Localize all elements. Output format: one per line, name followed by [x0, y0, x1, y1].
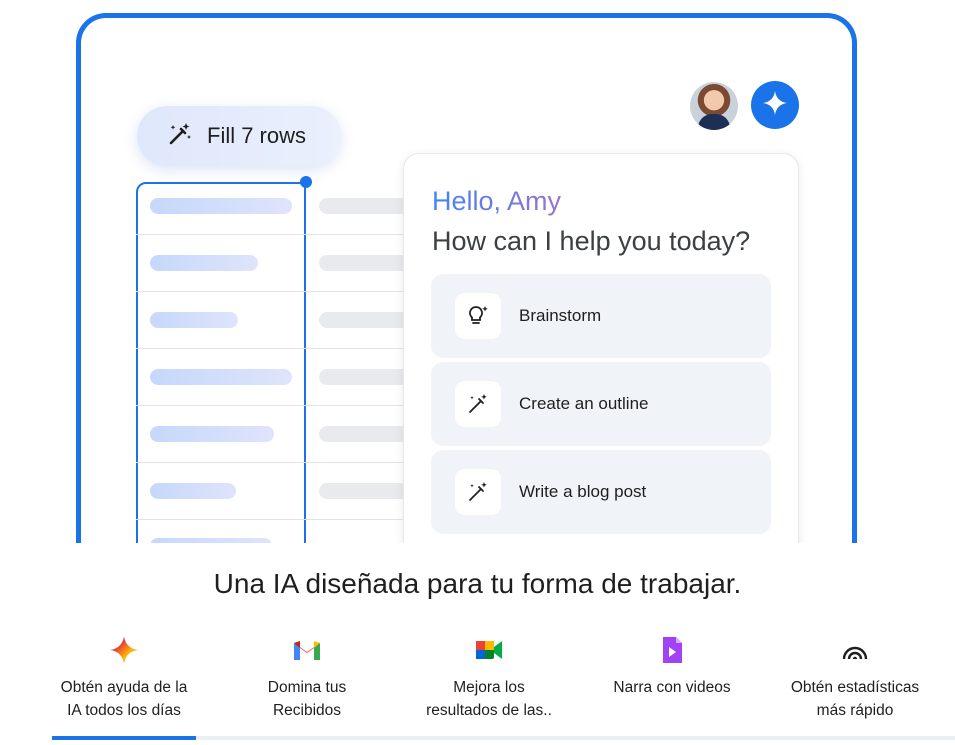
feature-tab-inbox[interactable]: Domina tus Recibidos	[212, 632, 402, 722]
feature-label-line1: Narra con videos	[613, 679, 731, 696]
active-tab-indicator	[52, 736, 196, 740]
row-divider	[136, 462, 426, 463]
cell-placeholder	[150, 198, 292, 214]
gemini-icon	[29, 632, 219, 668]
row-divider	[136, 291, 426, 292]
hero-illustration: Fill 7 rows Hello, Amy How can I help yo…	[0, 0, 955, 543]
greeting: Hello, Amy	[432, 186, 562, 216]
row-divider	[136, 234, 426, 235]
help-question: How can I help you today?	[432, 226, 751, 256]
section-headline: Una IA diseñada para tu forma de trabaja…	[213, 568, 742, 599]
feature-tab-meetings[interactable]: Mejora los resultados de las..	[394, 632, 584, 722]
fill-rows-label: Fill 7 rows	[207, 123, 307, 148]
feature-tab-insights[interactable]: Obtén estadísticas más rápido	[760, 632, 950, 722]
feature-label-line2: más rápido	[816, 702, 894, 719]
magic-wand-icon	[455, 381, 501, 427]
spreadsheet-preview	[136, 176, 426, 543]
feature-label-line2: Recibidos	[272, 702, 342, 719]
cell-placeholder	[150, 369, 292, 385]
vids-icon	[577, 632, 767, 668]
feature-label-line1: Obtén ayuda de la	[60, 679, 188, 696]
column-divider	[304, 182, 306, 543]
feature-tab-ai-help[interactable]: Obtén ayuda de la IA todos los días	[29, 632, 219, 722]
gemini-button[interactable]	[751, 81, 799, 129]
cell-placeholder	[150, 312, 238, 328]
suggestion-label: Brainstorm	[519, 306, 602, 325]
user-avatar[interactable]	[690, 82, 738, 130]
cell-placeholder	[150, 255, 258, 271]
feature-tab-videos[interactable]: Narra con videos	[577, 632, 767, 699]
feature-label-line1: Obtén estadísticas	[790, 679, 920, 696]
row-divider	[136, 519, 426, 520]
feature-label-line1: Mejora los	[453, 679, 525, 696]
feature-label-line2: IA todos los días	[67, 702, 181, 719]
magic-wand-icon	[455, 469, 501, 515]
row-divider	[136, 348, 426, 349]
cell-placeholder	[150, 483, 236, 499]
feature-label-line1: Domina tus	[267, 679, 347, 696]
magic-wand-icon	[167, 121, 193, 152]
suggestion-outline[interactable]: Create an outline	[431, 362, 771, 446]
cell-placeholder	[150, 426, 274, 442]
selection-handle[interactable]	[300, 176, 312, 188]
meet-icon	[394, 632, 584, 668]
suggestion-label: Create an outline	[519, 394, 649, 413]
analytics-icon	[760, 632, 950, 668]
gemini-chat-card: Hello, Amy How can I help you today? Bra…	[403, 153, 799, 543]
fill-rows-chip[interactable]: Fill 7 rows	[137, 106, 341, 166]
feature-tab-track	[52, 736, 955, 740]
gmail-icon	[212, 632, 402, 668]
suggestion-blog-post[interactable]: Write a blog post	[431, 450, 771, 534]
feature-label-line2: resultados de las..	[426, 702, 552, 719]
suggestion-label: Write a blog post	[519, 482, 647, 501]
suggestion-brainstorm[interactable]: Brainstorm	[431, 274, 771, 358]
sparkle-icon	[762, 90, 788, 121]
cell-placeholder	[150, 538, 272, 543]
lightbulb-sparkle-icon	[455, 293, 501, 339]
row-divider	[136, 405, 426, 406]
